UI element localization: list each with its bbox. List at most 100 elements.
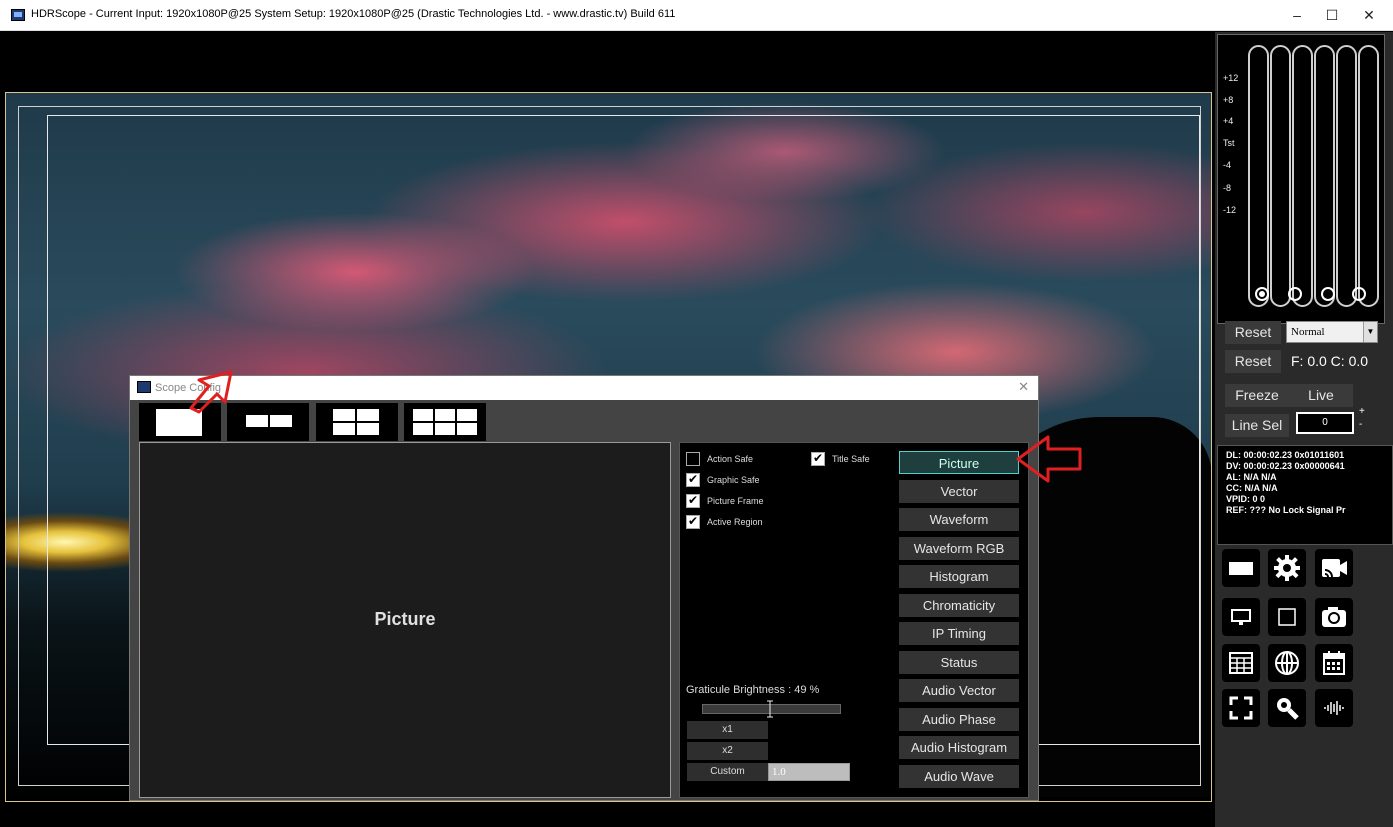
checkbox-label: Active Region bbox=[707, 517, 763, 527]
slider-thumb[interactable] bbox=[767, 700, 773, 718]
table-icon[interactable] bbox=[1222, 644, 1260, 682]
search-icon[interactable] bbox=[1268, 689, 1306, 727]
layout-six-button[interactable] bbox=[404, 403, 486, 441]
scope-options-panel: Action Safe Title Safe Graphic Safe Pict… bbox=[679, 442, 1029, 798]
meter-pair-radio[interactable] bbox=[1321, 287, 1335, 301]
scope-audio-vector-button[interactable]: Audio Vector bbox=[899, 679, 1019, 702]
globe-icon[interactable] bbox=[1268, 644, 1306, 682]
layout-cell bbox=[457, 409, 477, 421]
layout-cell bbox=[246, 415, 268, 427]
freeze-button[interactable]: Freeze bbox=[1225, 384, 1289, 407]
monitor-icon[interactable] bbox=[1222, 598, 1260, 636]
scope-ip-timing-button[interactable]: IP Timing bbox=[899, 622, 1019, 645]
line-number-input[interactable]: 0 bbox=[1296, 412, 1354, 434]
close-button[interactable]: ✕ bbox=[1347, 0, 1391, 31]
checkbox-label: Action Safe bbox=[707, 454, 754, 464]
line-select-button[interactable]: Line Sel bbox=[1225, 414, 1289, 437]
checkbox-box bbox=[686, 472, 700, 487]
scope-waveform-button[interactable]: Waveform bbox=[899, 508, 1019, 531]
fullscreen-icon[interactable] bbox=[1222, 689, 1260, 727]
checkbox-label: Picture Frame bbox=[707, 496, 764, 506]
meter-channel-bar bbox=[1336, 45, 1357, 307]
meter-pair-radio[interactable] bbox=[1352, 287, 1366, 301]
reset-fc-button[interactable]: Reset bbox=[1225, 350, 1281, 373]
meter-label: +8 bbox=[1223, 95, 1234, 105]
checkbox-box bbox=[686, 493, 700, 508]
scope-audio-phase-button[interactable]: Audio Phase bbox=[899, 708, 1019, 731]
camera-icon[interactable] bbox=[1315, 598, 1353, 636]
scope-audio-wave-button[interactable]: Audio Wave bbox=[899, 765, 1019, 788]
checkbox-label: Title Safe bbox=[832, 454, 870, 464]
layout-cell bbox=[357, 409, 379, 421]
mode-dropdown[interactable]: Normal ▼ bbox=[1286, 321, 1378, 343]
scope-audio-histogram-button[interactable]: Audio Histogram bbox=[899, 736, 1019, 759]
scope-waveform-rgb-button[interactable]: Waveform RGB bbox=[899, 537, 1019, 560]
meter-channel-bar bbox=[1314, 45, 1335, 307]
square-icon[interactable] bbox=[1268, 598, 1306, 636]
display-icon[interactable] bbox=[1222, 549, 1260, 587]
info-dl: DL: 00:00:02.23 0x01011601 bbox=[1226, 450, 1345, 460]
cast-icon[interactable] bbox=[1315, 549, 1353, 587]
meter-channel-bar bbox=[1248, 45, 1269, 307]
audio-meters: +12 +8 +4 Tst -4 -8 -12 bbox=[1217, 34, 1385, 324]
preview-scope-label: Picture bbox=[374, 609, 436, 629]
meter-label: Tst bbox=[1223, 138, 1235, 148]
info-dv: DV: 00:00:02.23 0x00000641 bbox=[1226, 461, 1345, 471]
graticule-brightness-slider[interactable] bbox=[702, 700, 841, 718]
meter-pair-radio[interactable] bbox=[1255, 287, 1269, 301]
zoom-custom-button[interactable]: Custom bbox=[687, 763, 768, 781]
timecode-info-box: DL: 00:00:02.23 0x01011601 DV: 00:00:02.… bbox=[1217, 445, 1393, 545]
audio-wave-icon[interactable] bbox=[1315, 689, 1353, 727]
annotation-arrow bbox=[1016, 435, 1082, 483]
line-increment[interactable]: + bbox=[1359, 406, 1365, 418]
info-ref: REF: ??? No Lock Signal Pr bbox=[1226, 505, 1346, 515]
info-vpid: VPID: 0 0 bbox=[1226, 494, 1266, 504]
gear-icon[interactable] bbox=[1268, 549, 1306, 587]
layout-cell bbox=[413, 409, 433, 421]
meter-label: +12 bbox=[1223, 73, 1239, 83]
meter-label: -12 bbox=[1223, 205, 1237, 215]
meter-channel-bar bbox=[1270, 45, 1291, 307]
scope-picture-button[interactable]: Picture bbox=[899, 451, 1019, 474]
reset-button[interactable]: Reset bbox=[1225, 321, 1281, 344]
layout-preview-pane[interactable]: Picture bbox=[139, 442, 671, 798]
window-title: HDRScope - Current Input: 1920x1080P@25 … bbox=[31, 8, 676, 20]
layout-cell bbox=[333, 409, 355, 421]
checkbox-box bbox=[686, 514, 700, 529]
dialog-close-button[interactable]: ✕ bbox=[1018, 379, 1029, 395]
mode-dropdown-value: Normal bbox=[1291, 326, 1325, 338]
checkbox-label: Graphic Safe bbox=[707, 475, 760, 485]
dialog-title-bar: Scope Config ✕ bbox=[130, 376, 1038, 400]
layout-cell bbox=[457, 423, 477, 435]
app-icon bbox=[137, 381, 151, 393]
meter-label: +4 bbox=[1223, 116, 1234, 126]
layout-cell bbox=[435, 409, 455, 421]
meter-pair-radio[interactable] bbox=[1288, 287, 1302, 301]
scope-config-dialog: Scope Config ✕ Picture Action Safe ✔ Tit… bbox=[129, 375, 1039, 801]
zoom-x1-button[interactable]: x1 bbox=[687, 721, 768, 739]
app-icon bbox=[11, 9, 25, 21]
meter-channel-bar bbox=[1358, 45, 1379, 307]
graticule-brightness-label: Graticule Brightness : 49 % bbox=[686, 684, 820, 696]
scope-chromaticity-button[interactable]: Chromaticity bbox=[899, 594, 1019, 617]
annotation-arrow bbox=[189, 370, 233, 414]
hdrscope-window: HDRScope - Current Input: 1920x1080P@25 … bbox=[0, 0, 1393, 827]
line-decrement[interactable]: - bbox=[1359, 419, 1362, 431]
scope-histogram-button[interactable]: Histogram bbox=[899, 565, 1019, 588]
layout-quad-button[interactable] bbox=[316, 403, 398, 441]
meter-channel-bar bbox=[1292, 45, 1313, 307]
layout-cell bbox=[413, 423, 433, 435]
checkbox-box bbox=[686, 452, 700, 466]
layout-cell bbox=[270, 415, 292, 427]
chevron-down-icon: ▼ bbox=[1363, 322, 1377, 342]
layout-cell bbox=[435, 423, 455, 435]
custom-zoom-input[interactable]: 1.0 bbox=[768, 763, 850, 781]
zoom-x2-button[interactable]: x2 bbox=[687, 742, 768, 760]
live-button[interactable]: Live bbox=[1289, 384, 1353, 407]
calendar-icon[interactable] bbox=[1315, 644, 1353, 682]
meter-label: -4 bbox=[1223, 160, 1232, 170]
right-control-panel: +12 +8 +4 Tst -4 -8 -12 Reset Normal ▼ R… bbox=[1215, 32, 1393, 827]
scope-status-button[interactable]: Status bbox=[899, 651, 1019, 674]
meter-label: -8 bbox=[1223, 183, 1232, 193]
scope-vector-button[interactable]: Vector bbox=[899, 480, 1019, 503]
